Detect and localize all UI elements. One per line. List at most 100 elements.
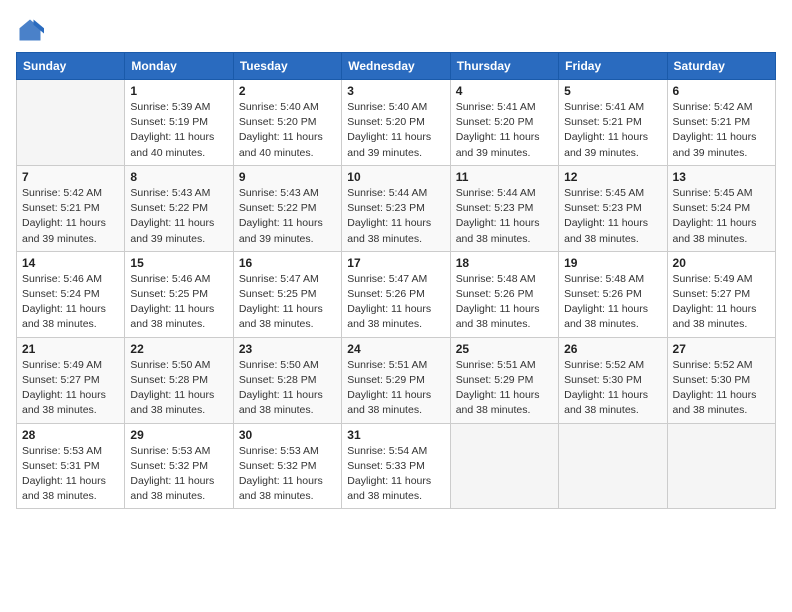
day-info: Sunrise: 5:46 AMSunset: 5:25 PMDaylight:… xyxy=(130,272,227,333)
calendar-header-row: Sunday Monday Tuesday Wednesday Thursday… xyxy=(17,53,776,80)
calendar-cell: 12 Sunrise: 5:45 AMSunset: 5:23 PMDayligh… xyxy=(559,165,667,251)
day-number: 3 xyxy=(347,84,444,98)
day-info: Sunrise: 5:40 AMSunset: 5:20 PMDaylight:… xyxy=(347,100,444,161)
day-number: 21 xyxy=(22,342,119,356)
day-info: Sunrise: 5:49 AMSunset: 5:27 PMDaylight:… xyxy=(22,358,119,419)
calendar-cell: 23Sunrise: 5:50 AMSunset: 5:28 PMDayligh… xyxy=(233,337,341,423)
week-row-2: 7 Sunrise: 5:42 AMSunset: 5:21 PMDaylight… xyxy=(17,165,776,251)
day-number: 30 xyxy=(239,428,336,442)
day-info: Sunrise: 5:41 AMSunset: 5:21 PMDaylight:… xyxy=(564,100,661,161)
calendar-cell: 30 Sunrise: 5:53 AMSunset: 5:32 PMDayligh… xyxy=(233,423,341,509)
day-info: Sunrise: 5:42 AMSunset: 5:21 PMDaylight:… xyxy=(22,186,119,247)
day-number: 20 xyxy=(673,256,770,270)
day-number: 11 xyxy=(456,170,553,184)
day-number: 9 xyxy=(239,170,336,184)
day-info: Sunrise: 5:41 AMSunset: 5:20 PMDaylight:… xyxy=(456,100,553,161)
calendar-cell: 8 Sunrise: 5:43 AMSunset: 5:22 PMDaylight… xyxy=(125,165,233,251)
day-info: Sunrise: 5:53 AMSunset: 5:32 PMDaylight:… xyxy=(239,444,336,505)
day-info: Sunrise: 5:52 AMSunset: 5:30 PMDaylight:… xyxy=(564,358,661,419)
day-info: Sunrise: 5:48 AMSunset: 5:26 PMDaylight:… xyxy=(456,272,553,333)
calendar-cell: 1 Sunrise: 5:39 AMSunset: 5:19 PMDaylight… xyxy=(125,80,233,166)
calendar-cell xyxy=(559,423,667,509)
header-friday: Friday xyxy=(559,53,667,80)
day-number: 24 xyxy=(347,342,444,356)
day-info: Sunrise: 5:42 AMSunset: 5:21 PMDaylight:… xyxy=(673,100,770,161)
day-number: 25 xyxy=(456,342,553,356)
day-number: 5 xyxy=(564,84,661,98)
calendar-cell xyxy=(17,80,125,166)
day-number: 8 xyxy=(130,170,227,184)
day-number: 4 xyxy=(456,84,553,98)
day-number: 14 xyxy=(22,256,119,270)
day-number: 26 xyxy=(564,342,661,356)
calendar-cell: 13 Sunrise: 5:45 AMSunset: 5:24 PMDayligh… xyxy=(667,165,775,251)
calendar-cell: 5 Sunrise: 5:41 AMSunset: 5:21 PMDaylight… xyxy=(559,80,667,166)
day-number: 10 xyxy=(347,170,444,184)
logo xyxy=(16,16,48,44)
day-info: Sunrise: 5:48 AMSunset: 5:26 PMDaylight:… xyxy=(564,272,661,333)
calendar-cell: 11 Sunrise: 5:44 AMSunset: 5:23 PMDayligh… xyxy=(450,165,558,251)
day-info: Sunrise: 5:46 AMSunset: 5:24 PMDaylight:… xyxy=(22,272,119,333)
day-number: 12 xyxy=(564,170,661,184)
calendar-cell: 29Sunrise: 5:53 AMSunset: 5:32 PMDayligh… xyxy=(125,423,233,509)
day-number: 1 xyxy=(130,84,227,98)
calendar-cell: 28 Sunrise: 5:53 AMSunset: 5:31 PMDayligh… xyxy=(17,423,125,509)
day-number: 18 xyxy=(456,256,553,270)
day-info: Sunrise: 5:53 AMSunset: 5:31 PMDaylight:… xyxy=(22,444,119,505)
day-info: Sunrise: 5:40 AMSunset: 5:20 PMDaylight:… xyxy=(239,100,336,161)
day-info: Sunrise: 5:50 AMSunset: 5:28 PMDaylight:… xyxy=(130,358,227,419)
calendar-cell: 27 Sunrise: 5:52 AMSunset: 5:30 PMDayligh… xyxy=(667,337,775,423)
calendar-cell: 26 Sunrise: 5:52 AMSunset: 5:30 PMDayligh… xyxy=(559,337,667,423)
day-number: 22 xyxy=(130,342,227,356)
calendar-cell: 2 Sunrise: 5:40 AMSunset: 5:20 PMDaylight… xyxy=(233,80,341,166)
day-info: Sunrise: 5:49 AMSunset: 5:27 PMDaylight:… xyxy=(673,272,770,333)
header-sunday: Sunday xyxy=(17,53,125,80)
calendar-cell: 31 Sunrise: 5:54 AMSunset: 5:33 PMDayligh… xyxy=(342,423,450,509)
header-saturday: Saturday xyxy=(667,53,775,80)
day-info: Sunrise: 5:44 AMSunset: 5:23 PMDaylight:… xyxy=(456,186,553,247)
day-number: 2 xyxy=(239,84,336,98)
day-number: 15 xyxy=(130,256,227,270)
week-row-5: 28 Sunrise: 5:53 AMSunset: 5:31 PMDayligh… xyxy=(17,423,776,509)
day-number: 31 xyxy=(347,428,444,442)
day-info: Sunrise: 5:43 AMSunset: 5:22 PMDaylight:… xyxy=(130,186,227,247)
calendar-cell: 15 Sunrise: 5:46 AMSunset: 5:25 PMDayligh… xyxy=(125,251,233,337)
day-number: 13 xyxy=(673,170,770,184)
header-monday: Monday xyxy=(125,53,233,80)
day-number: 27 xyxy=(673,342,770,356)
day-info: Sunrise: 5:54 AMSunset: 5:33 PMDaylight:… xyxy=(347,444,444,505)
day-info: Sunrise: 5:47 AMSunset: 5:25 PMDaylight:… xyxy=(239,272,336,333)
calendar-cell: 14 Sunrise: 5:46 AMSunset: 5:24 PMDayligh… xyxy=(17,251,125,337)
calendar-cell: 20 Sunrise: 5:49 AMSunset: 5:27 PMDayligh… xyxy=(667,251,775,337)
calendar-cell: 3 Sunrise: 5:40 AMSunset: 5:20 PMDaylight… xyxy=(342,80,450,166)
day-info: Sunrise: 5:45 AMSunset: 5:23 PMDaylight:… xyxy=(564,186,661,247)
day-number: 16 xyxy=(239,256,336,270)
day-number: 23 xyxy=(239,342,336,356)
calendar-cell: 24 Sunrise: 5:51 AMSunset: 5:29 PMDayligh… xyxy=(342,337,450,423)
day-number: 17 xyxy=(347,256,444,270)
header-wednesday: Wednesday xyxy=(342,53,450,80)
calendar-cell xyxy=(450,423,558,509)
day-info: Sunrise: 5:52 AMSunset: 5:30 PMDaylight:… xyxy=(673,358,770,419)
calendar-cell xyxy=(667,423,775,509)
day-info: Sunrise: 5:51 AMSunset: 5:29 PMDaylight:… xyxy=(456,358,553,419)
calendar-cell: 18 Sunrise: 5:48 AMSunset: 5:26 PMDayligh… xyxy=(450,251,558,337)
day-info: Sunrise: 5:39 AMSunset: 5:19 PMDaylight:… xyxy=(130,100,227,161)
header-tuesday: Tuesday xyxy=(233,53,341,80)
calendar-cell: 10Sunrise: 5:44 AMSunset: 5:23 PMDayligh… xyxy=(342,165,450,251)
calendar-cell: 19Sunrise: 5:48 AMSunset: 5:26 PMDayligh… xyxy=(559,251,667,337)
day-number: 6 xyxy=(673,84,770,98)
day-number: 7 xyxy=(22,170,119,184)
day-number: 28 xyxy=(22,428,119,442)
calendar-cell: 25 Sunrise: 5:51 AMSunset: 5:29 PMDayligh… xyxy=(450,337,558,423)
header-thursday: Thursday xyxy=(450,53,558,80)
logo-icon xyxy=(16,16,44,44)
page-header xyxy=(16,16,776,44)
day-info: Sunrise: 5:51 AMSunset: 5:29 PMDaylight:… xyxy=(347,358,444,419)
day-info: Sunrise: 5:43 AMSunset: 5:22 PMDaylight:… xyxy=(239,186,336,247)
day-info: Sunrise: 5:45 AMSunset: 5:24 PMDaylight:… xyxy=(673,186,770,247)
day-number: 29 xyxy=(130,428,227,442)
week-row-3: 14 Sunrise: 5:46 AMSunset: 5:24 PMDayligh… xyxy=(17,251,776,337)
calendar-cell: 21 Sunrise: 5:49 AMSunset: 5:27 PMDayligh… xyxy=(17,337,125,423)
calendar-cell: 9 Sunrise: 5:43 AMSunset: 5:22 PMDaylight… xyxy=(233,165,341,251)
